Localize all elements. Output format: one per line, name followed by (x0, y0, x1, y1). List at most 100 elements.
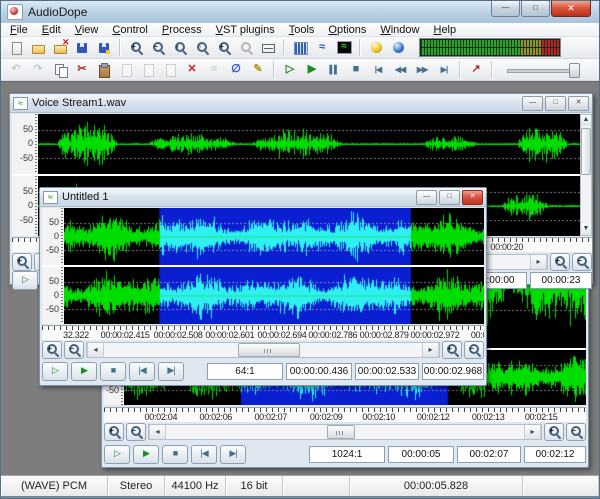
timeline-ruler[interactable]: 32.32200:00:02.41500:00:02.50800:00:02.6… (42, 325, 484, 340)
scrollbar-thumb[interactable] (327, 425, 355, 439)
menu-item-options[interactable]: Options (321, 24, 373, 36)
record-pointer-button[interactable]: ↗ (465, 60, 487, 79)
zoom-full-button[interactable] (235, 38, 257, 57)
copy-button[interactable] (49, 60, 71, 79)
close-file-button[interactable] (49, 38, 71, 57)
close-button[interactable]: ✕ (568, 96, 589, 111)
wave-view-button[interactable]: ≈ (333, 38, 355, 57)
zoom-in-button[interactable]: + (12, 253, 32, 271)
save-as-button[interactable] (93, 38, 115, 57)
new-file-button[interactable] (5, 38, 27, 57)
scrollbar-thumb[interactable] (581, 128, 591, 175)
play-button[interactable]: ▷ (104, 445, 130, 464)
menu-item-window[interactable]: Window (373, 24, 426, 36)
save-button[interactable] (71, 38, 93, 57)
insert-silence-button[interactable]: ∅ (225, 60, 247, 79)
minimize-button[interactable]: — (522, 96, 543, 111)
zoom-custom-button[interactable]: + (213, 38, 235, 57)
window-untitled[interactable]: Untitled 1 — □ ✕ 500-50 500-50 32.32200:… (39, 187, 487, 386)
fit-window-button[interactable] (257, 38, 279, 57)
zoom-selection-out-button[interactable]: − (572, 253, 592, 271)
info-button[interactable] (387, 38, 409, 57)
silence-button[interactable]: ≈ (203, 60, 225, 79)
go-end-button[interactable]: ▶| (433, 60, 455, 79)
menu-item-file[interactable]: File (3, 24, 35, 36)
zoom-selection-out-button[interactable]: − (464, 341, 484, 359)
paste-new-button[interactable] (115, 60, 137, 79)
horizontal-scrollbar[interactable]: ◂▸ (148, 424, 542, 440)
marker-button[interactable]: ✎ (247, 60, 269, 79)
play-button[interactable]: ▷ (12, 271, 38, 290)
stop-button[interactable]: ■ (345, 60, 367, 79)
zoom-selection-in-button[interactable]: + (550, 253, 570, 271)
waveform-channel-right[interactable] (64, 267, 484, 324)
scroll-right-arrow[interactable]: ▸ (524, 425, 541, 439)
vertical-scrollbar[interactable]: ▲ ▼ (580, 114, 592, 236)
waveform-channel-left[interactable] (38, 114, 580, 174)
zoom-selection-out-button[interactable]: − (566, 423, 586, 441)
horizontal-scrollbar[interactable]: ◂▸ (86, 342, 440, 358)
play-button[interactable]: ▷ (279, 60, 301, 79)
minimize-button[interactable]: — (491, 1, 520, 17)
scroll-right-arrow[interactable]: ▸ (530, 255, 547, 269)
maximize-button[interactable]: □ (439, 190, 460, 205)
play-selection-button[interactable]: ▶ (133, 445, 159, 464)
play-selection-button[interactable]: ▶ (71, 362, 97, 381)
scrollbar-thumb[interactable] (238, 343, 300, 357)
minimize-button[interactable]: — (416, 190, 437, 205)
redo-button[interactable]: ↷ (27, 60, 49, 79)
play-button[interactable]: ▷ (42, 362, 68, 381)
zoom-out-button[interactable]: − (126, 423, 146, 441)
undo-button[interactable]: ↶ (5, 60, 27, 79)
zoom-selection-in-button[interactable]: + (544, 423, 564, 441)
scroll-right-arrow[interactable]: ▸ (422, 343, 439, 357)
cut-button[interactable]: ✂ (71, 60, 93, 79)
menu-item-edit[interactable]: Edit (35, 24, 68, 36)
stop-button[interactable]: ■ (162, 445, 188, 464)
pause-button[interactable]: ▌▌ (323, 60, 345, 79)
zoom-in-button[interactable]: + (125, 38, 147, 57)
window-titlebar[interactable]: Untitled 1 — □ ✕ (40, 188, 486, 207)
spectrum-view-button[interactable] (289, 38, 311, 57)
volume-slider[interactable] (507, 62, 579, 78)
scroll-up-arrow[interactable]: ▲ (581, 115, 591, 126)
scrollbar-track[interactable] (166, 425, 524, 439)
scrollbar-track[interactable] (104, 343, 422, 357)
slider-thumb[interactable] (569, 63, 580, 78)
skip-forward-button[interactable]: ▶| (220, 445, 246, 464)
paste-button[interactable] (93, 60, 115, 79)
zoom-selection-in-button[interactable]: + (442, 341, 462, 359)
close-button[interactable]: ✕ (551, 1, 591, 17)
skip-forward-button[interactable]: ▶| (158, 362, 184, 381)
sine-view-button[interactable]: ≈ (311, 38, 333, 57)
titlebar[interactable]: AudioDope — □ ✕ (1, 1, 599, 23)
trim-button[interactable] (159, 60, 181, 79)
play-all-button[interactable]: ▶ (301, 60, 323, 79)
forward-button[interactable]: ▶▶ (411, 60, 433, 79)
scroll-left-arrow[interactable]: ◂ (87, 343, 104, 357)
rewind-button[interactable]: ◀◀ (389, 60, 411, 79)
timeline-ruler[interactable]: 00:02:0400:02:0600:02:0700:02:0900:02:10… (104, 407, 586, 422)
menu-item-vst-plugins[interactable]: VST plugins (209, 24, 282, 36)
menu-item-help[interactable]: Help (426, 24, 463, 36)
maximize-button[interactable]: □ (521, 1, 550, 17)
zoom-left-button[interactable]: ‹ (169, 38, 191, 57)
delete-button[interactable]: ✕ (181, 60, 203, 79)
menu-item-view[interactable]: View (68, 24, 106, 36)
zoom-selection-button[interactable]: ▫ (191, 38, 213, 57)
scroll-left-arrow[interactable]: ◂ (149, 425, 166, 439)
skip-back-button[interactable]: |◀ (129, 362, 155, 381)
close-button[interactable]: ✕ (462, 190, 483, 205)
menu-item-process[interactable]: Process (155, 24, 209, 36)
zoom-out-button[interactable]: − (147, 38, 169, 57)
stop-button[interactable]: ■ (100, 362, 126, 381)
zoom-in-button[interactable]: + (104, 423, 124, 441)
waveform-channel-left[interactable] (64, 208, 484, 265)
maximize-button[interactable]: □ (545, 96, 566, 111)
window-titlebar[interactable]: Voice Stream1.wav — □ ✕ (10, 94, 592, 113)
crop-button[interactable] (137, 60, 159, 79)
menu-item-tools[interactable]: Tools (282, 24, 322, 36)
menu-item-control[interactable]: Control (105, 24, 154, 36)
zoom-out-button[interactable]: − (64, 341, 84, 359)
go-start-button[interactable]: |◀ (367, 60, 389, 79)
